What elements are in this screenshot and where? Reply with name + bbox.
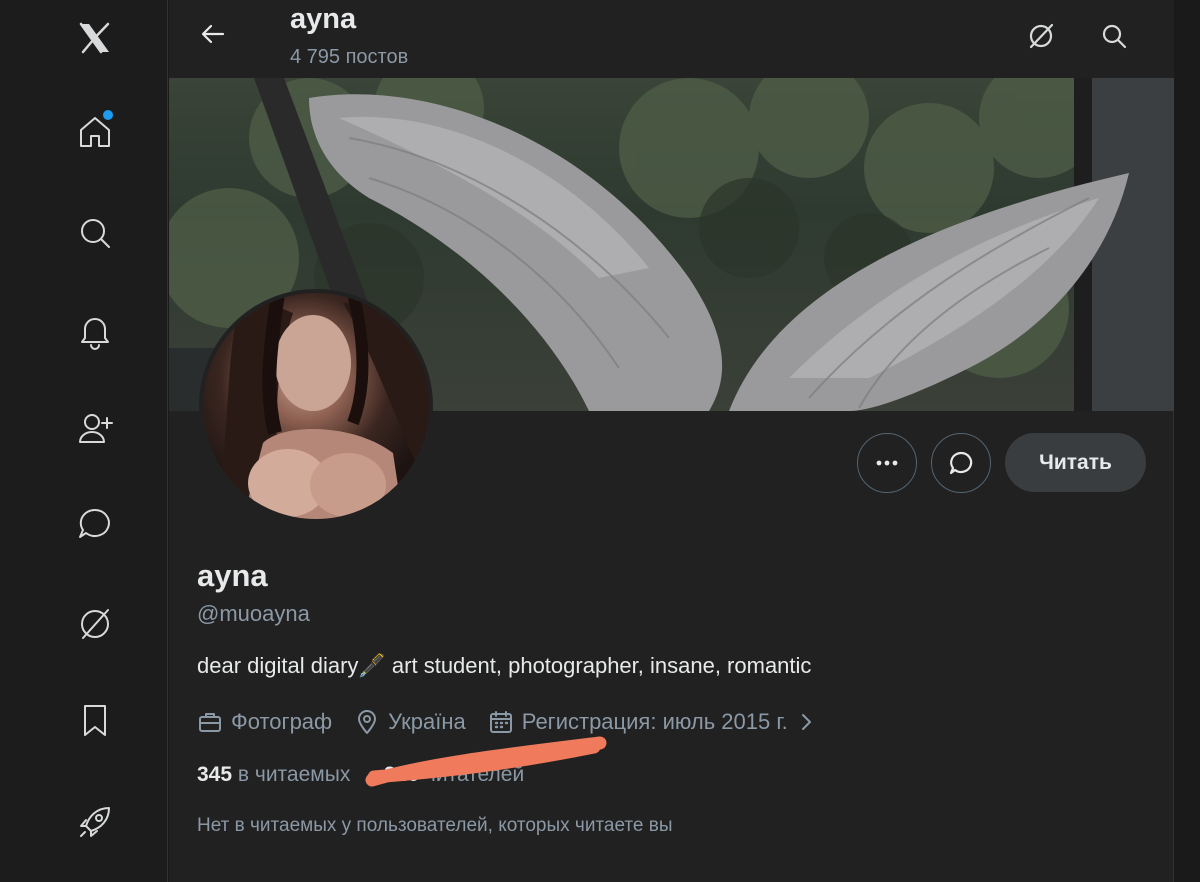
mutual-followers-note: Нет в читаемых у пользователей, которых … — [197, 815, 673, 836]
message-button[interactable] — [931, 433, 991, 493]
add-user-icon[interactable] — [67, 400, 123, 456]
grok-icon[interactable] — [1019, 14, 1063, 58]
back-arrow-icon[interactable] — [193, 14, 233, 54]
profile-meta: Фотограф Україна Регистрация: июль 2015 … — [197, 706, 838, 738]
bookmark-icon[interactable] — [67, 692, 123, 748]
post-count: 4 795 постов — [290, 46, 409, 68]
location-item: Україна — [354, 709, 466, 735]
profession-item: Фотограф — [197, 709, 332, 735]
avatar-photo — [203, 293, 429, 519]
follow-button[interactable]: Читать — [1005, 433, 1146, 492]
briefcase-icon — [199, 713, 221, 732]
profession-label: Фотограф — [231, 709, 333, 734]
following-count: 345 — [197, 763, 233, 786]
redaction-scribble — [365, 736, 607, 787]
search-icon[interactable] — [67, 205, 123, 261]
sidebar-nav — [0, 0, 168, 882]
following-label: в читаемых — [237, 763, 351, 786]
header-title: ayna — [290, 3, 357, 35]
more-button[interactable] — [857, 433, 917, 493]
user-handle: @muoayna — [197, 601, 310, 626]
grok-icon[interactable] — [67, 596, 123, 652]
display-name: ayna — [197, 558, 268, 593]
messages-icon[interactable] — [67, 496, 123, 552]
home-icon[interactable] — [67, 104, 123, 160]
top-header: ayna 4 795 постов — [169, 0, 1174, 78]
calendar-icon — [489, 711, 512, 733]
x-logo-icon[interactable] — [67, 10, 123, 66]
bell-icon[interactable] — [67, 303, 123, 359]
profile-column: ayna 4 795 постов Читать ayna @muoayna d… — [169, 0, 1174, 882]
rocket-icon[interactable] — [67, 794, 123, 850]
search-icon[interactable] — [1092, 14, 1136, 58]
joined-item[interactable]: Регистрация: июль 2015 г. — [488, 709, 816, 735]
location-label: Україна — [388, 709, 466, 734]
following-link[interactable]: 345 в читаемых — [197, 763, 350, 786]
message-bubble-icon — [949, 451, 973, 475]
chevron-right-icon — [801, 714, 811, 730]
profile-avatar[interactable] — [199, 289, 433, 523]
app-window: ayna 4 795 постов Читать ayna @muoayna d… — [0, 0, 1200, 882]
notification-dot — [103, 110, 113, 120]
location-pin-icon — [358, 710, 377, 734]
more-dots-icon — [876, 460, 898, 466]
joined-label: Регистрация: июль 2015 г. — [521, 709, 788, 734]
profile-bio: dear digital diary🖋️ art student, photog… — [197, 653, 812, 678]
